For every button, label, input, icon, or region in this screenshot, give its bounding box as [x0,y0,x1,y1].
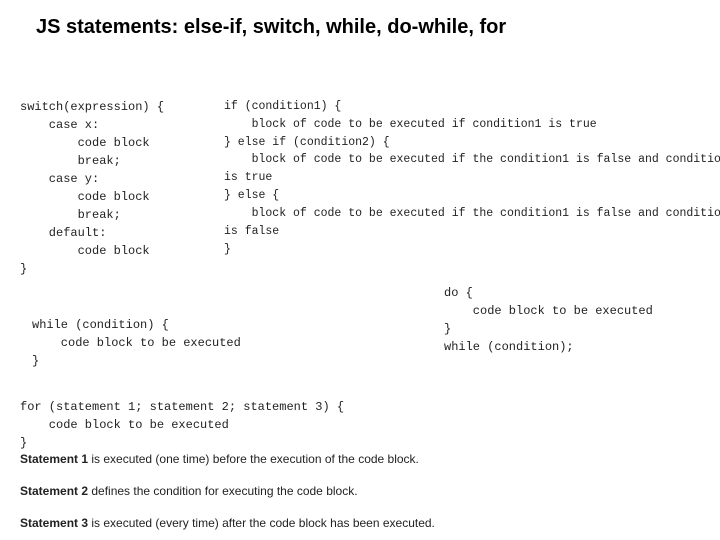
code-while: while (condition) { code block to be exe… [32,316,241,370]
statement-2-explain: Statement 2 defines the condition for ex… [20,484,358,498]
statement-1-label: Statement 1 [20,452,88,466]
code-for: for (statement 1; statement 2; statement… [20,398,344,452]
statement-3-label: Statement 3 [20,516,88,530]
statement-2-text: defines the condition for executing the … [88,484,358,498]
slide-title: JS statements: else-if, switch, while, d… [0,0,720,39]
statement-3-text: is executed (every time) after the code … [88,516,435,530]
statement-1-explain: Statement 1 is executed (one time) befor… [20,452,419,466]
statement-1-text: is executed (one time) before the execut… [88,452,419,466]
statement-3-explain: Statement 3 is executed (every time) aft… [20,516,435,530]
code-do-while: do { code block to be executed } while (… [444,284,653,356]
code-if-else: if (condition1) { block of code to be ex… [224,98,720,258]
code-switch: switch(expression) { case x: code block … [20,98,164,278]
statement-2-label: Statement 2 [20,484,88,498]
